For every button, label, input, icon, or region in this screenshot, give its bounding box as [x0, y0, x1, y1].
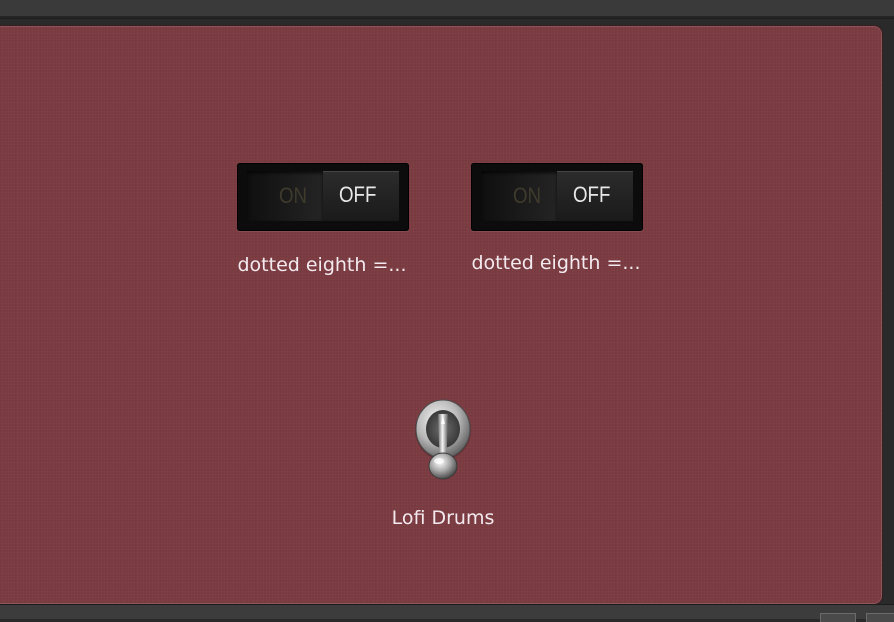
rocker-off-label: OFF — [573, 182, 611, 207]
lofi-drums-toggle[interactable] — [414, 398, 472, 482]
rocker-bezel: ON OFF — [247, 171, 399, 221]
top-bar — [0, 0, 894, 19]
rocker-on-label: ON — [513, 183, 542, 208]
rocker-bezel: ON OFF — [481, 171, 633, 221]
rocker-switch-2[interactable]: ON OFF — [471, 163, 643, 231]
toggle-switch-icon — [415, 399, 471, 480]
rocker-switch-1[interactable]: ON OFF — [237, 163, 409, 231]
toggle-caption: Lofi Drums — [391, 507, 495, 529]
rocker-off-label: OFF — [339, 182, 377, 207]
rocker-on-label: ON — [279, 183, 308, 208]
switch-2-caption: dotted eighth =... — [471, 252, 641, 274]
bottom-bar — [0, 604, 894, 622]
top-bar-groove — [0, 16, 894, 18]
switch-1-caption: dotted eighth =... — [237, 254, 407, 276]
